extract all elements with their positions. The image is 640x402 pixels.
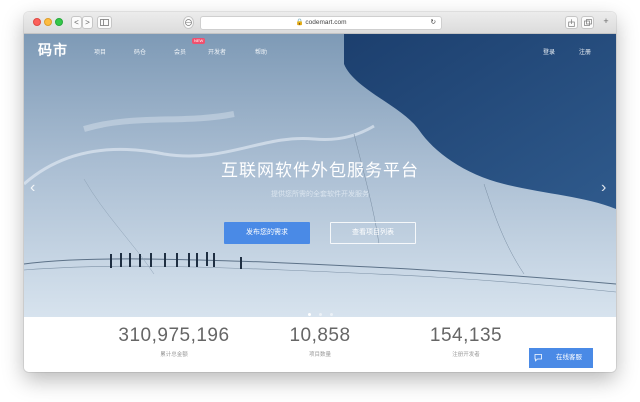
online-support-button[interactable]: 在线客服: [529, 348, 593, 368]
stat-total-amount: 310,975,196 累计总金额: [104, 325, 244, 358]
view-projects-button[interactable]: 查看项目列表: [330, 222, 416, 244]
hero-banner: 码市 项目 码仓 会员 NEW 开发者 帮助 登录 注册 互联网软件外包服务平台…: [24, 34, 616, 317]
minimize-window-button[interactable]: [44, 18, 52, 26]
stat-label: 累计总金额: [160, 352, 188, 358]
carousel-prev-arrow-icon[interactable]: ‹: [30, 179, 35, 197]
stats-bar: 310,975,196 累计总金额 10,858 项目数量 154,135 注册…: [24, 317, 616, 372]
site-logo[interactable]: 码市: [38, 40, 68, 60]
browser-toolbar: < > 🔒 codemart.com ↻ +: [24, 12, 616, 34]
back-button[interactable]: <: [71, 16, 82, 29]
nav-item-projects[interactable]: 项目: [94, 47, 106, 56]
hero-subtitle: 提供您所需的全套软件开发服务: [271, 191, 369, 198]
zoom-window-button[interactable]: [55, 18, 63, 26]
close-window-button[interactable]: [33, 18, 41, 26]
sidebar-icon[interactable]: [97, 16, 112, 29]
nav-item-help[interactable]: 帮助: [255, 47, 267, 56]
url-text: codemart.com: [305, 19, 347, 26]
stat-label: 注册开发者: [452, 352, 480, 358]
chat-bubble-icon: [534, 354, 542, 362]
stat-value: 10,858: [289, 325, 351, 346]
register-link[interactable]: 注册: [579, 47, 591, 56]
nav-item-membership[interactable]: 会员: [174, 47, 186, 56]
stat-value: 154,135: [429, 325, 503, 346]
address-bar[interactable]: 🔒 codemart.com ↻: [200, 16, 442, 30]
carousel-dot[interactable]: [330, 313, 333, 316]
login-link[interactable]: 登录: [543, 47, 555, 56]
nav-item-repo[interactable]: 码仓: [134, 47, 146, 56]
stat-developers: 154,135 注册开发者: [396, 325, 536, 358]
lock-icon: 🔒: [295, 19, 304, 26]
browser-window: < > 🔒 codemart.com ↻ + 码市 项目 码仓 会员 NEW 开…: [24, 12, 616, 372]
tabs-overview-icon[interactable]: [581, 16, 594, 29]
forward-button[interactable]: >: [82, 16, 93, 29]
new-tab-icon[interactable]: +: [600, 16, 612, 29]
post-requirement-button[interactable]: 发布您的需求: [224, 222, 310, 244]
reload-icon[interactable]: ↻: [431, 17, 436, 29]
stat-value: 310,975,196: [118, 325, 230, 346]
carousel-next-arrow-icon[interactable]: ›: [601, 179, 606, 197]
share-icon[interactable]: [565, 16, 578, 29]
carousel-dot[interactable]: [308, 313, 311, 316]
new-badge: NEW: [192, 38, 206, 44]
extension-globe-icon[interactable]: [183, 16, 194, 29]
carousel-dot[interactable]: [319, 313, 322, 316]
hero-title: 互联网软件外包服务平台: [221, 161, 419, 180]
nav-item-developers[interactable]: 开发者: [208, 47, 226, 56]
stat-project-count: 10,858 项目数量: [250, 325, 390, 358]
site-navbar: 码市 项目 码仓 会员 NEW 开发者 帮助 登录 注册: [24, 34, 616, 64]
stat-label: 项目数量: [308, 352, 331, 358]
online-support-label: 在线客服: [556, 354, 582, 361]
